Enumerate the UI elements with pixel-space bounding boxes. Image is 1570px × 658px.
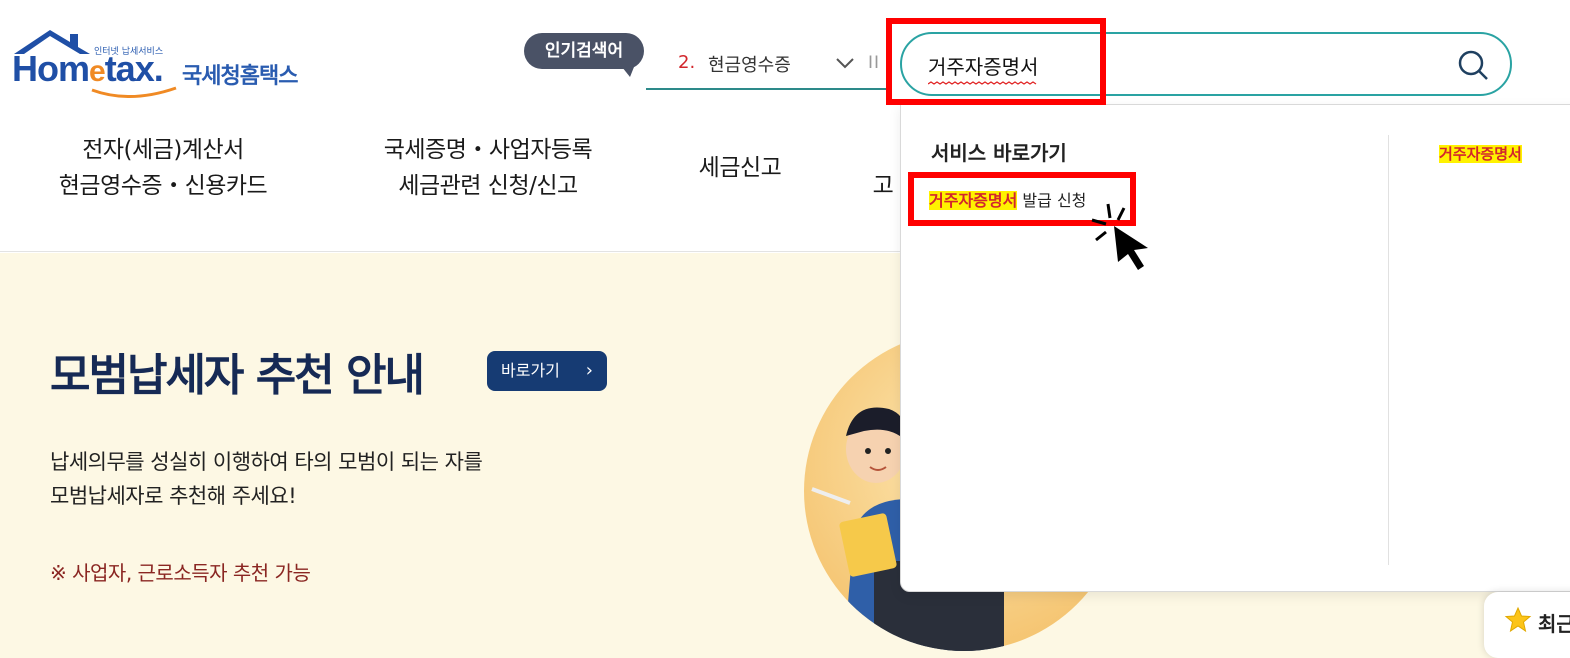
related-keyword[interactable]: 거주자증명서 xyxy=(1439,143,1522,164)
popular-search-badge: 인기검색어 xyxy=(524,33,644,77)
banner-description: 납세의무를 성실히 이행하여 타의 모범이 되는 자를 모범납세자로 추천해 주… xyxy=(50,445,483,513)
nav-item-tax-filing[interactable]: 세금신고 xyxy=(680,150,800,230)
logo-korean-name: 국세청홈택스 xyxy=(182,64,298,89)
dropdown-divider xyxy=(1388,135,1389,565)
nav-item-partial[interactable]: 고 xyxy=(868,168,898,248)
banner-note: ※ 사업자, 근로소득자 추천 가능 xyxy=(50,561,311,585)
pause-icon[interactable]: II xyxy=(868,53,880,73)
banner-title: 모범납세자 추천 안내 xyxy=(50,350,425,401)
star-icon xyxy=(1504,606,1532,633)
hometax-logo[interactable]: 인터넷 납세서비스 Hometax. 국세청홈택스 xyxy=(10,28,320,104)
nav-item-e-invoice[interactable]: 전자(세금)계산서 현금영수증・신용카드 xyxy=(30,132,296,212)
nav-item-label: 고 xyxy=(872,173,894,199)
chevron-down-icon[interactable] xyxy=(834,52,856,74)
popular-search-term[interactable]: 현금영수증 xyxy=(708,51,791,77)
popular-search-ticker[interactable]: 2. 현금영수증 II xyxy=(646,38,890,90)
nav-item-label: 현금영수증・신용카드 xyxy=(58,173,268,199)
banner-desc-line: 모범납세자로 추천해 주세요! xyxy=(50,484,297,508)
nav-item-certificates[interactable]: 국세증명・사업자등록 세금관련 신청/신고 xyxy=(350,132,626,212)
nav-item-label: 전자(세금)계산서 xyxy=(82,137,244,163)
popular-rank-number: 2. xyxy=(678,52,696,73)
logo-swoosh-icon xyxy=(91,86,177,98)
banner-desc-line: 납세의무를 성실히 이행하여 타의 모범이 되는 자를 xyxy=(50,450,483,474)
recent-menu-tab[interactable]: 최근 xyxy=(1484,592,1570,658)
banner-go-label: 바로가기 xyxy=(501,361,560,380)
annotation-box-search xyxy=(886,18,1106,105)
chevron-right-icon: › xyxy=(585,360,593,381)
recent-label: 최근 xyxy=(1538,612,1570,636)
nav-item-label: 세금관련 신청/신고 xyxy=(398,173,578,199)
related-keyword-highlight: 거주자증명서 xyxy=(1439,145,1522,163)
click-cursor-icon xyxy=(1091,203,1148,270)
banner-go-button[interactable]: 바로가기 › xyxy=(487,351,607,391)
page: 인터넷 납세서비스 Hometax. 국세청홈택스 인기검색어 2. 현금영수증… xyxy=(0,0,1570,658)
logo-wordmark: Hometax. xyxy=(12,48,164,89)
nav-item-label: 세금신고 xyxy=(698,155,782,181)
service-shortcut-heading: 서비스 바로가기 xyxy=(931,141,1067,165)
nav-item-label: 국세증명・사업자등록 xyxy=(383,137,593,163)
search-icon[interactable] xyxy=(1456,48,1490,82)
